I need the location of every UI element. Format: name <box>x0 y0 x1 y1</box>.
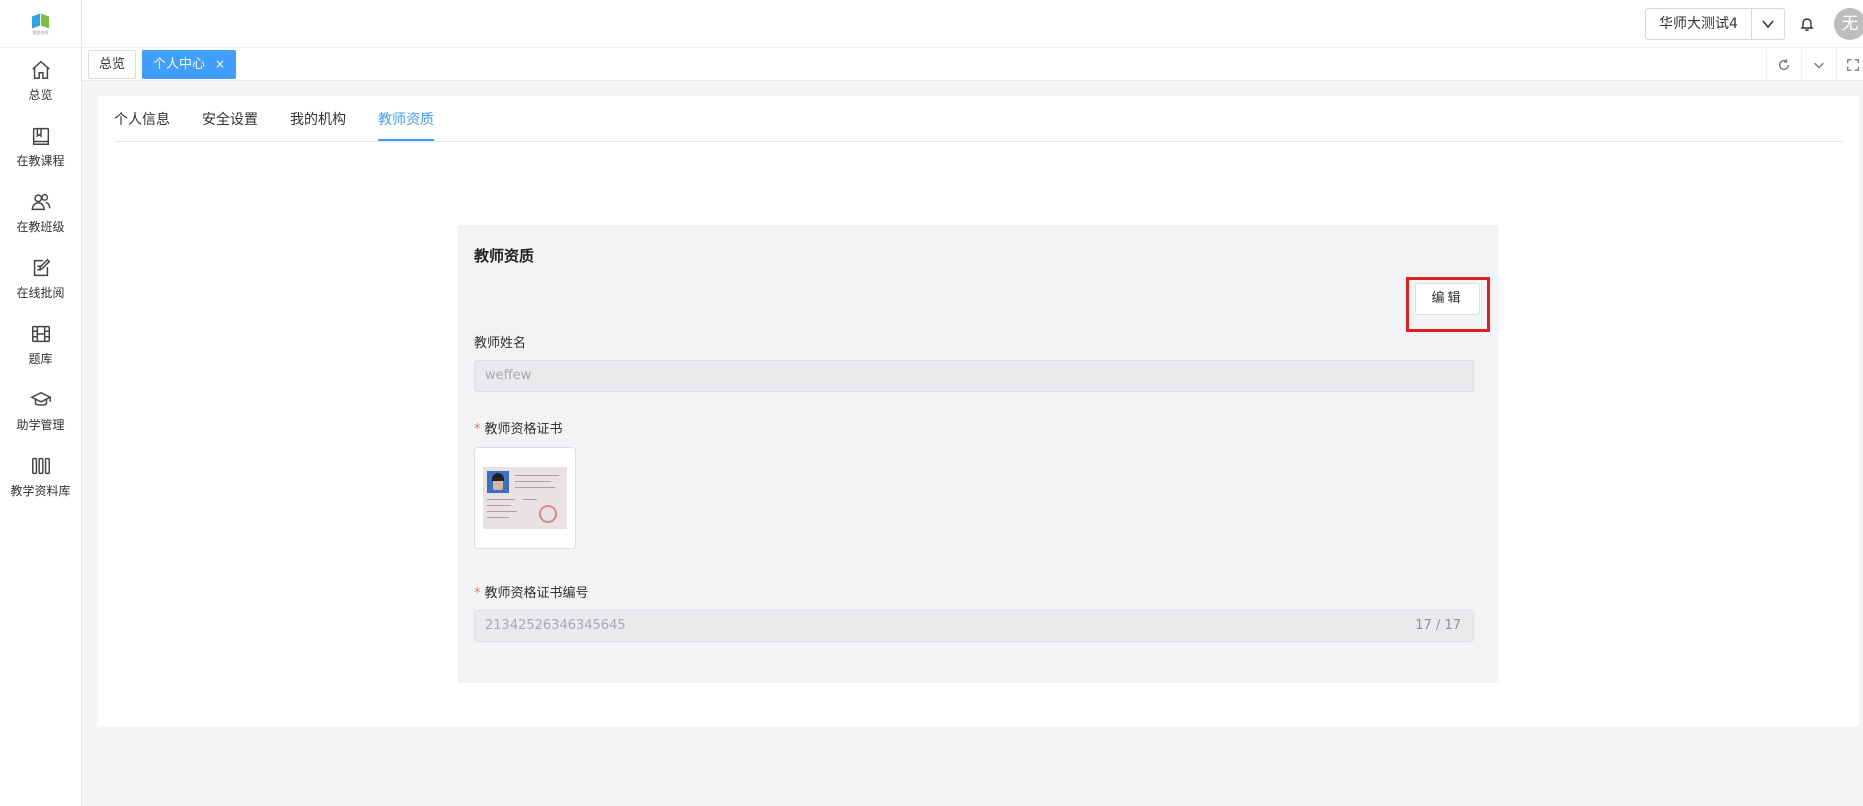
teacher-name-input[interactable]: weffew <box>474 360 1474 392</box>
sidebar-item-learning-support[interactable]: 助学管理 <box>0 378 81 444</box>
certificate-label: * 教师资格证书 <box>474 418 563 437</box>
sidebar-item-label: 在教班级 <box>16 220 65 234</box>
edit-icon <box>33 258 50 277</box>
sidebar-item-label: 在教课程 <box>16 154 65 168</box>
certificate-number-input[interactable]: 21342526346345645 17 / 17 <box>474 610 1474 642</box>
sidebar-item-teaching-library[interactable]: 教学资料库 <box>0 444 81 510</box>
certificate-number-value: 21342526346345645 <box>485 618 626 633</box>
organization-select[interactable]: 华师大测试4 <box>1645 8 1785 40</box>
qualification-panel: 教师资质 编辑 教师姓名 weffew * 教师资格证书 * 教师资格证书编号 21… <box>458 225 1499 683</box>
required-mark: * <box>474 586 481 601</box>
bell-icon[interactable] <box>1797 14 1817 34</box>
tag-label: 总览 <box>99 57 126 72</box>
sidebar-item-courses[interactable]: 在教课程 <box>0 114 81 180</box>
certificate-number-label: * 教师资格证书编号 <box>474 582 589 601</box>
sidebar-item-label: 教学资料库 <box>10 484 71 498</box>
certificate-label-text: 教师资格证书 <box>484 422 563 437</box>
top-header: 华师大测试4 无 <box>82 0 1863 48</box>
book-icon <box>32 127 49 145</box>
tab-teacher-qualification[interactable]: 教师资质 <box>378 109 434 129</box>
refresh-icon[interactable] <box>1766 49 1801 80</box>
avatar[interactable]: 无 <box>1834 8 1863 40</box>
profile-tabs: 个人信息 安全设置 我的机构 教师资质 <box>114 96 1843 142</box>
tags-view-bar: 总览 个人中心 × <box>82 48 1863 81</box>
sidebar-item-overview[interactable]: 总览 <box>0 48 81 114</box>
logo-icon: 慧思在线 <box>30 13 52 35</box>
sidebar-item-label: 在线批阅 <box>16 286 65 300</box>
certificate-image[interactable] <box>474 447 576 549</box>
library-icon <box>31 457 50 475</box>
close-icon[interactable]: × <box>215 57 225 71</box>
teacher-name-value: weffew <box>485 368 532 383</box>
sidebar-item-label: 总览 <box>28 88 53 102</box>
sidebar: 慧思在线 总览 在教课程 在教班级 在线批阅 题库 助学管理 教学资料库 <box>0 0 82 806</box>
tag-overview[interactable]: 总览 <box>88 50 137 79</box>
character-count: 17 / 17 <box>1415 618 1461 633</box>
tab-security-settings[interactable]: 安全设置 <box>202 109 258 129</box>
chevron-down-icon[interactable] <box>1752 9 1784 39</box>
teacher-name-label: 教师姓名 <box>474 336 527 351</box>
sidebar-item-label: 助学管理 <box>16 418 65 432</box>
logo-text: 慧思在线 <box>32 29 49 35</box>
sidebar-item-label: 题库 <box>28 352 53 366</box>
sidebar-item-classes[interactable]: 在教班级 <box>0 180 81 246</box>
certificate-thumbnail <box>483 467 567 529</box>
graduation-cap-icon <box>29 391 52 406</box>
tab-my-organization[interactable]: 我的机构 <box>290 109 346 129</box>
fullscreen-icon[interactable] <box>1836 49 1863 80</box>
film-icon <box>31 325 50 343</box>
logo: 慧思在线 <box>0 0 81 48</box>
active-tab-indicator <box>378 139 434 141</box>
tab-personal-info[interactable]: 个人信息 <box>114 109 170 129</box>
panel-title: 教师资质 <box>474 247 535 265</box>
certificate-number-label-text: 教师资格证书编号 <box>484 586 589 601</box>
required-mark: * <box>474 422 481 437</box>
tag-label: 个人中心 <box>153 57 206 72</box>
chevron-down-icon[interactable] <box>1801 49 1836 80</box>
sidebar-item-question-bank[interactable]: 题库 <box>0 312 81 378</box>
users-icon <box>30 193 50 211</box>
edit-button[interactable]: 编辑 <box>1415 283 1480 315</box>
home-icon <box>31 60 50 79</box>
tag-personal-center[interactable]: 个人中心 × <box>142 50 237 79</box>
sidebar-item-grading[interactable]: 在线批阅 <box>0 246 81 312</box>
organization-select-value: 华师大测试4 <box>1646 9 1752 39</box>
